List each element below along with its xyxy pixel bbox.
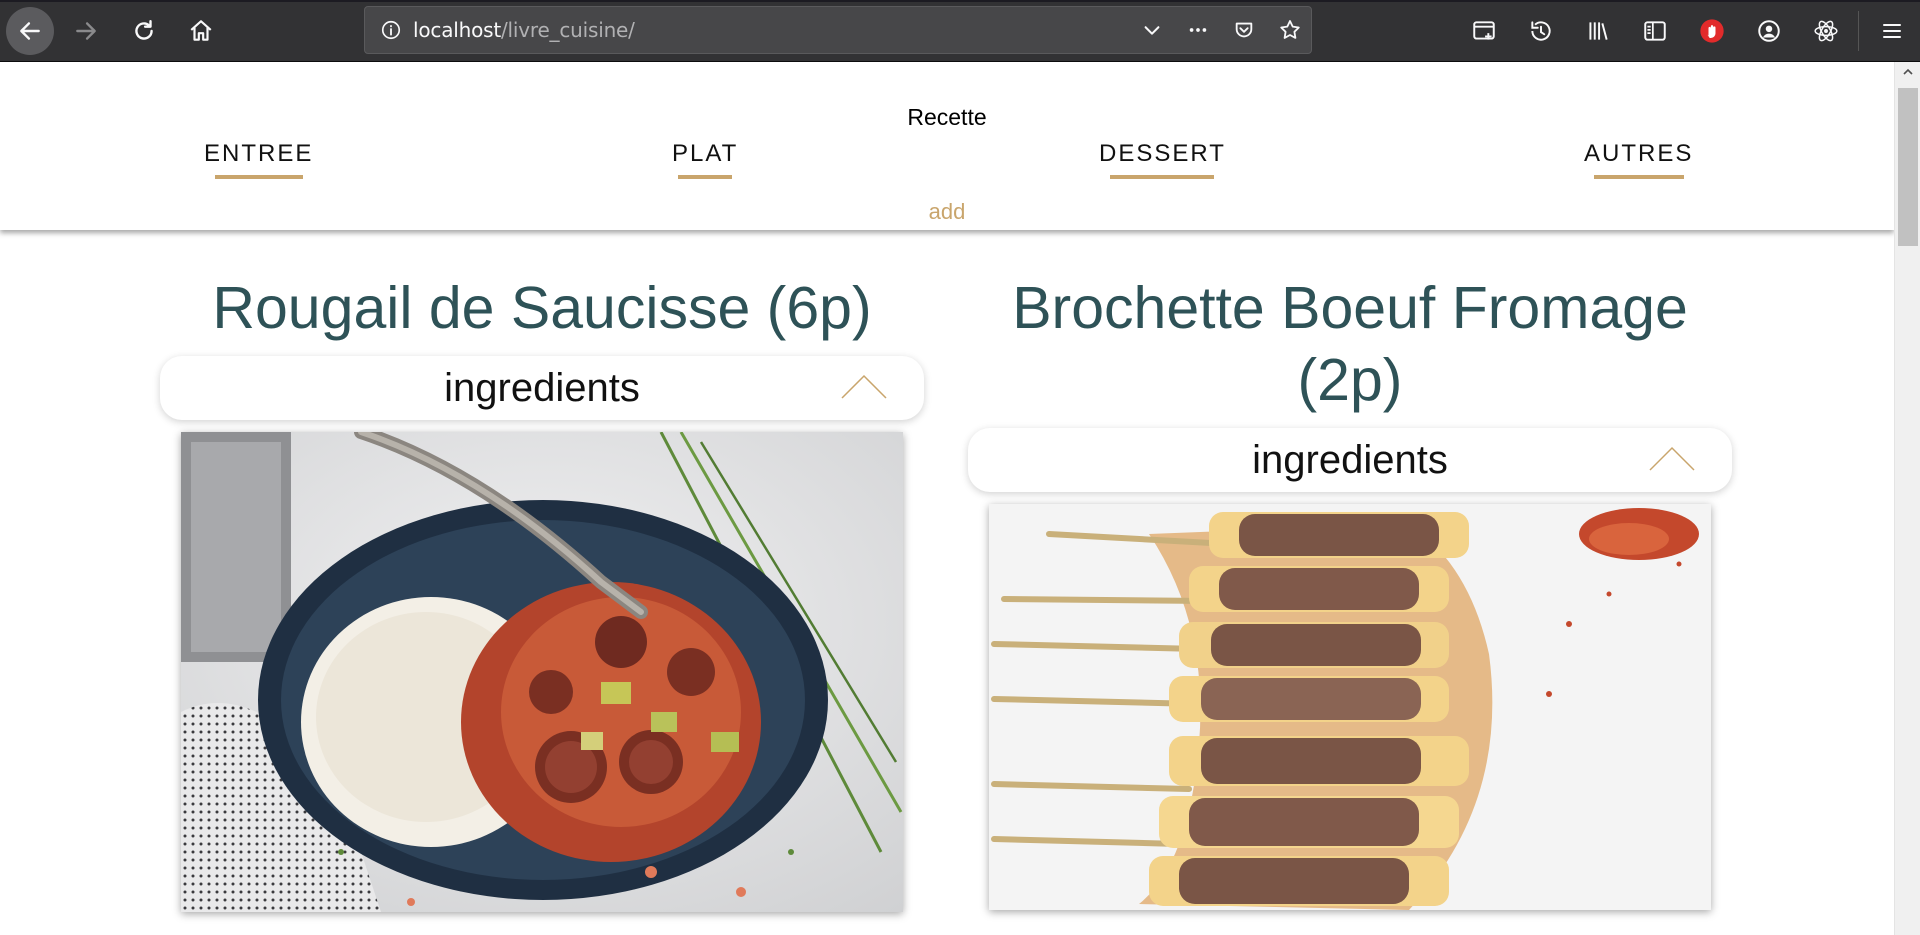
menu-underline xyxy=(214,175,303,179)
ublock-extension-icon[interactable] xyxy=(1683,0,1740,62)
menu-dessert-label: DESSERT xyxy=(1099,140,1226,167)
back-button[interactable] xyxy=(6,7,54,55)
account-icon[interactable] xyxy=(1740,0,1797,62)
page-content: Recette ENTREE PLAT DESSERT AUTRES add R… xyxy=(0,62,1894,935)
reload-button[interactable] xyxy=(120,7,168,55)
menu-underline xyxy=(678,175,733,179)
menu-autres[interactable]: AUTRES xyxy=(1584,140,1693,179)
site-header: Recette ENTREE PLAT DESSERT AUTRES add xyxy=(0,62,1894,230)
menu-plat-label: PLAT xyxy=(672,140,739,167)
ingredients-label: ingredients xyxy=(1252,437,1448,482)
recipe-card: Brochette Boeuf Fromage (2p) ingredients xyxy=(968,272,1732,910)
ingredients-toggle[interactable]: ingredients xyxy=(160,356,924,420)
scrollbar-thumb[interactable] xyxy=(1898,88,1918,246)
pocket-icon[interactable] xyxy=(1231,17,1257,43)
recipe-title[interactable]: Brochette Boeuf Fromage (2p) xyxy=(968,272,1732,416)
menu-dessert[interactable]: DESSERT xyxy=(1099,140,1226,179)
url-path: /livre_cuisine/ xyxy=(500,18,635,42)
library-icon[interactable] xyxy=(1569,0,1626,62)
home-button[interactable] xyxy=(177,7,225,55)
arrow-left-icon xyxy=(20,22,40,40)
recipe-photo[interactable] xyxy=(989,504,1711,910)
chevron-up-icon xyxy=(1649,446,1695,471)
site-brand[interactable]: Recette xyxy=(0,104,1894,131)
url-host: localhost xyxy=(413,18,501,42)
containers-icon[interactable] xyxy=(1455,0,1512,62)
recipe-card: Rougail de Saucisse (6p) ingredients xyxy=(160,272,924,912)
add-recipe-link[interactable]: add xyxy=(0,199,1894,225)
brochette-photo xyxy=(989,504,1711,910)
home-icon xyxy=(190,20,212,41)
chevron-up-icon xyxy=(841,374,887,399)
scroll-up-icon[interactable] xyxy=(1902,66,1914,78)
react-devtools-icon[interactable] xyxy=(1797,0,1854,62)
chevron-down-icon[interactable] xyxy=(1139,17,1165,43)
menu-underline xyxy=(1593,175,1684,179)
forward-button[interactable] xyxy=(62,7,110,55)
sidebar-icon[interactable] xyxy=(1626,0,1683,62)
toolbar-separator xyxy=(1858,11,1859,51)
hamburger-menu-icon[interactable] xyxy=(1863,0,1920,62)
recipe-title[interactable]: Rougail de Saucisse (6p) xyxy=(160,272,924,344)
site-info-icon[interactable] xyxy=(379,18,403,42)
recipe-photo[interactable] xyxy=(181,432,903,912)
rougail-photo xyxy=(181,432,903,912)
bookmark-star-icon[interactable] xyxy=(1277,17,1303,43)
address-bar[interactable]: localhost/livre_cuisine/ xyxy=(364,6,1312,54)
ingredients-label: ingredients xyxy=(444,365,640,410)
menu-underline xyxy=(1110,175,1215,179)
menu-autres-label: AUTRES xyxy=(1584,140,1694,167)
page-scrollbar[interactable] xyxy=(1894,62,1920,935)
menu-entree-label: ENTREE xyxy=(204,140,314,167)
more-actions-icon[interactable] xyxy=(1185,17,1211,43)
browser-toolbar: localhost/livre_cuisine/ xyxy=(0,0,1920,62)
menu-entree[interactable]: ENTREE xyxy=(204,140,313,179)
menu-plat[interactable]: PLAT xyxy=(672,140,738,179)
history-icon[interactable] xyxy=(1512,0,1569,62)
url-text[interactable]: localhost/livre_cuisine/ xyxy=(413,18,635,42)
arrow-right-icon xyxy=(76,22,96,40)
ingredients-toggle[interactable]: ingredients xyxy=(968,428,1732,492)
reload-icon xyxy=(135,20,153,40)
